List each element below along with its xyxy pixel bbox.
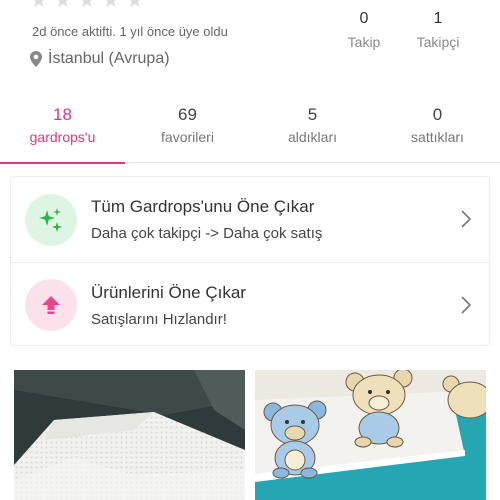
tab-count: 18 (53, 105, 72, 124)
chevron-right-icon (461, 296, 472, 314)
star-icon: ★ (30, 0, 48, 12)
activity-text: 2d önce aktifti. 1 yıl önce üye oldu (32, 24, 228, 39)
promote-products-item[interactable]: Ürünlerini Öne Çıkar Satışlarını Hızland… (11, 262, 489, 347)
promote-wardrobe-item[interactable]: Tüm Gardrops'unu Öne Çıkar Daha çok taki… (11, 177, 489, 262)
chevron-right-icon (461, 210, 472, 228)
product-image (14, 370, 245, 500)
tab-label: sattıkları (411, 129, 464, 145)
tab-purchased[interactable]: 5 aldıkları (250, 97, 375, 163)
promo-subtitle: Satışlarını Hızlandır! (91, 310, 227, 328)
promo-card-list: Tüm Gardrops'unu Öne Çıkar Daha çok taki… (10, 176, 490, 346)
star-icon: ★ (102, 0, 120, 12)
promo-title: Tüm Gardrops'unu Öne Çıkar (91, 197, 315, 216)
followers-count: 1 (433, 10, 443, 27)
star-icon: ★ (78, 0, 96, 12)
location: İstanbul (Avrupa) (30, 50, 170, 68)
profile-header: ★ ★ ★ ★ ★ 2d önce aktifti. 1 yıl önce üy… (0, 0, 500, 95)
promo-title: Ürünlerini Öne Çıkar (91, 282, 246, 302)
product-grid (0, 370, 500, 500)
sparkles-icon (39, 207, 62, 232)
followers-stat[interactable]: 1 Takipçi (403, 10, 473, 50)
profile-tabs: 18 gardrops'u 69 favorileri 5 aldıkları … (0, 97, 500, 164)
product-image (255, 370, 486, 500)
followers-label: Takipçi (416, 34, 460, 50)
product-photo[interactable] (14, 370, 245, 500)
following-stat[interactable]: 0 Takip (329, 10, 399, 50)
location-text: İstanbul (Avrupa) (48, 50, 170, 67)
tab-count: 0 (432, 105, 443, 124)
location-pin-icon (30, 51, 42, 67)
tab-label: favorileri (161, 129, 214, 145)
following-count: 0 (359, 10, 369, 27)
product-photo[interactable] (255, 370, 486, 500)
tab-count: 69 (178, 105, 197, 124)
star-icon: ★ (126, 0, 144, 12)
promo-subtitle: Daha çok takipçi -> Daha çok satış (91, 225, 323, 242)
tab-gardrops[interactable]: 18 gardrops'u (0, 97, 125, 164)
promo-icon-circle (25, 193, 77, 246)
following-label: Takip (347, 34, 381, 50)
tab-count: 5 (307, 105, 318, 124)
star-icon: ★ (54, 0, 72, 12)
tab-label: gardrops'u (29, 129, 96, 145)
tab-favorites[interactable]: 69 favorileri (125, 97, 250, 163)
arrow-up-icon (42, 296, 60, 314)
tab-label: aldıkları (287, 129, 338, 145)
tab-sold[interactable]: 0 sattıkları (375, 97, 500, 163)
rating-stars: ★ ★ ★ ★ ★ (30, 0, 144, 12)
promo-icon-circle (25, 279, 77, 331)
